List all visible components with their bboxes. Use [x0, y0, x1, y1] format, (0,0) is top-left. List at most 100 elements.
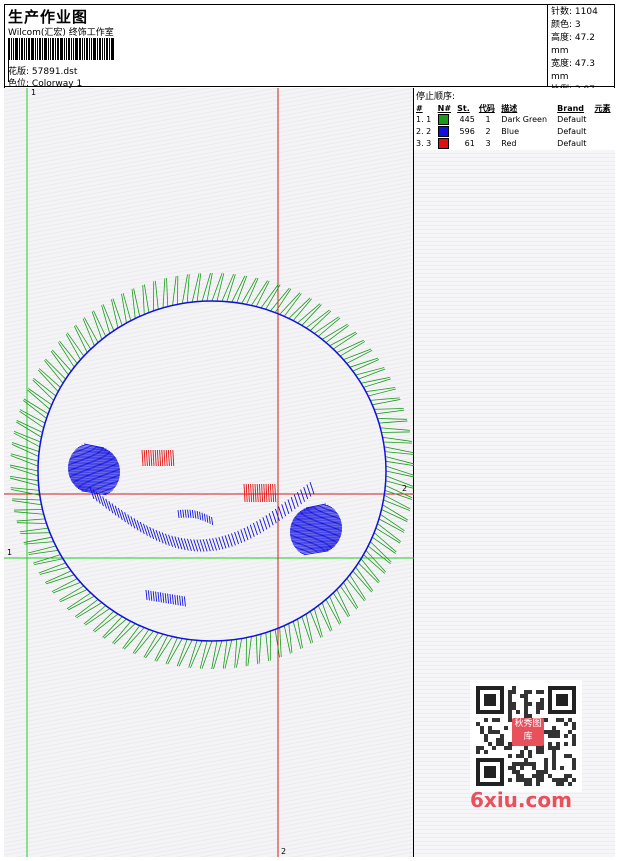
blue-stitch — [208, 515, 211, 524]
axis-label-top: 1 — [31, 88, 37, 97]
green-stitch — [172, 276, 177, 306]
blue-stitch — [162, 592, 165, 603]
blue-stitch — [157, 591, 160, 603]
blue-stitch — [309, 481, 315, 495]
green-stitch — [367, 545, 391, 564]
red-stitch — [265, 483, 268, 503]
blue-stitch — [201, 512, 204, 521]
green-stitch — [60, 589, 88, 603]
blue-stitch — [174, 594, 177, 605]
blue-stitch — [240, 529, 246, 542]
blue-stitch — [290, 496, 296, 510]
green-stitch — [385, 475, 414, 487]
green-stitch — [325, 324, 350, 343]
green-stitch — [76, 602, 103, 619]
design-canvas[interactable]: 1 1 2 2 — [4, 88, 414, 857]
blue-stitch — [147, 590, 150, 601]
blue-stitch — [176, 595, 179, 606]
blue-stitch — [169, 593, 172, 605]
green-stitch — [365, 387, 396, 393]
col-code: 代码 — [478, 104, 495, 113]
table-row[interactable]: 1. 1 445 1 Dark Green Default — [414, 114, 615, 126]
blue-stitch — [221, 536, 227, 549]
blue-stitch — [179, 509, 182, 518]
blue-stitch — [164, 593, 167, 604]
green-stitch — [382, 436, 412, 442]
green-stitch — [102, 304, 115, 331]
blue-stitch — [246, 526, 252, 539]
green-stitch — [339, 585, 357, 610]
row-description: Blue — [501, 127, 519, 136]
blue-stitch — [179, 595, 182, 606]
green-stitch — [374, 408, 404, 410]
red-stitch — [167, 449, 170, 467]
green-stitch — [378, 518, 405, 533]
green-stitch — [10, 455, 39, 467]
green-stitch — [181, 274, 188, 304]
blue-stitch — [224, 535, 230, 548]
green-stitch — [375, 527, 401, 544]
green-stitch — [143, 632, 159, 658]
red-stitch — [159, 449, 162, 467]
green-stitch — [339, 341, 366, 357]
col-needle: N# — [437, 104, 452, 113]
blue-stitch — [102, 496, 107, 509]
blue-stitch — [203, 513, 206, 522]
row-brand: Default — [557, 127, 587, 136]
blue-stitch — [145, 589, 148, 601]
watermark-badge: 秋秀图库 — [512, 718, 544, 746]
blue-stitch — [194, 510, 197, 519]
barcode — [8, 38, 116, 82]
blue-stitch — [249, 524, 255, 537]
row-code: 3 — [485, 139, 491, 148]
green-stitch — [292, 621, 302, 649]
green-stitch — [101, 305, 111, 334]
blue-stitch — [150, 590, 153, 601]
axis-label-left: 1 — [7, 548, 13, 557]
col-index: # — [416, 104, 423, 113]
red-stitch — [247, 483, 250, 503]
red-stitch — [252, 483, 255, 503]
blue-stitch — [133, 518, 139, 531]
blue-stitch — [114, 505, 120, 518]
green-stitch — [67, 332, 85, 357]
red-stitch — [163, 449, 166, 467]
green-stitch — [329, 331, 357, 347]
blue-stitch — [293, 494, 299, 507]
green-stitch — [28, 549, 59, 555]
green-stitch — [75, 324, 92, 350]
stop-sequence-table: # N# St. 代码 描述 Brand 元素 1. 1 445 1 Dark … — [414, 103, 615, 150]
green-stitch — [143, 284, 150, 313]
green-stitch — [333, 332, 358, 350]
green-stitch — [13, 509, 43, 511]
green-stitch — [343, 582, 359, 609]
green-stitch — [309, 310, 332, 331]
green-stitch — [28, 545, 56, 554]
red-stitch — [250, 483, 253, 503]
green-stitch — [73, 325, 88, 353]
blue-stitch — [212, 538, 217, 551]
blue-stitch — [155, 591, 158, 602]
red-stitch — [143, 449, 146, 467]
red-stitch — [256, 483, 259, 503]
table-row[interactable]: 2. 2 596 2 Blue Default — [414, 126, 615, 138]
row-brand: Default — [557, 115, 587, 124]
green-stitch — [83, 605, 107, 625]
green-stitch — [16, 522, 47, 524]
company-name: Wilcom(汇宏) 终饰工作室 — [8, 28, 114, 38]
red-stitch — [261, 483, 264, 503]
table-row[interactable]: 3. 3 61 3 Red Default — [414, 138, 615, 150]
red-stitch — [258, 483, 261, 503]
blue-stitch — [243, 527, 249, 541]
green-stitch — [383, 441, 413, 444]
green-stitch — [381, 431, 411, 433]
green-stitch — [58, 342, 75, 368]
green-stitch — [59, 340, 78, 364]
green-stitch — [112, 621, 132, 644]
row-description: Dark Green — [501, 115, 548, 124]
green-stitch — [265, 632, 270, 662]
blue-stitch — [306, 484, 312, 497]
red-stitch — [269, 483, 272, 503]
red-stitch — [161, 449, 164, 467]
green-stitch — [346, 578, 365, 602]
